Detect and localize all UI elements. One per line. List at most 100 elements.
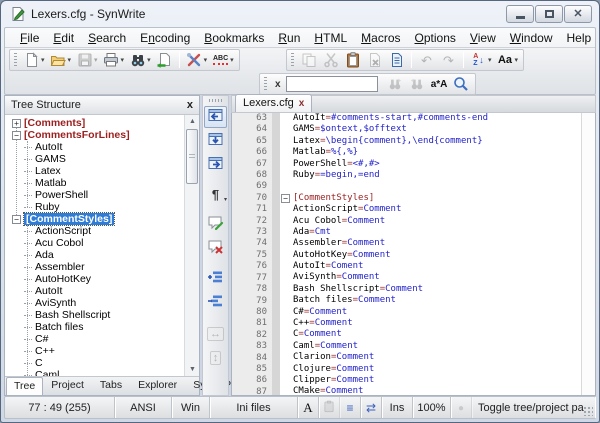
- code-line[interactable]: Ruby==begin,=end: [293, 170, 581, 181]
- dropdown-arrow-icon[interactable]: ▾: [488, 56, 492, 64]
- code-line[interactable]: [293, 181, 581, 192]
- code-line[interactable]: Matlab=%{,%}: [293, 147, 581, 158]
- dropdown-arrow-icon[interactable]: ▾: [204, 56, 208, 64]
- code-line[interactable]: Ada=Cmt: [293, 227, 581, 238]
- menu-view[interactable]: View: [463, 29, 503, 47]
- tree-item-batch-files[interactable]: Batch files: [5, 321, 184, 333]
- tree-item-gams[interactable]: GAMS: [5, 153, 184, 165]
- panel-tab-explorer[interactable]: Explorer: [130, 376, 185, 395]
- menu-help[interactable]: Help: [559, 29, 598, 47]
- collapse-icon[interactable]: −: [12, 131, 21, 140]
- tree-item-comments[interactable]: +[Comments]: [5, 117, 184, 129]
- show-nonprinted-button[interactable]: ¶▾: [204, 184, 227, 206]
- tools-button[interactable]: ▾: [184, 50, 210, 70]
- tree-item-autohotkey[interactable]: AutoHotKey: [5, 273, 184, 285]
- tree-scrollbar[interactable]: ▲ ▼: [184, 115, 199, 376]
- dropdown-arrow-icon[interactable]: ▾: [94, 56, 98, 64]
- code-line[interactable]: Batch files=Comment: [293, 295, 581, 306]
- dropdown-arrow-icon[interactable]: ▾: [224, 196, 227, 203]
- code-line[interactable]: AutoIt=#comments-start,#comments-end: [293, 113, 581, 124]
- panel-tab-tabs[interactable]: Tabs: [92, 376, 130, 395]
- close-button[interactable]: ✕: [564, 5, 592, 23]
- spellcheck-button[interactable]: ABC▾: [210, 50, 236, 70]
- status-line-ends[interactable]: Win: [172, 397, 210, 418]
- code-line[interactable]: GAMS=$ontext,$offtext: [293, 124, 581, 135]
- open-file-button[interactable]: ▾: [48, 50, 74, 70]
- expand-icon[interactable]: +: [12, 119, 21, 128]
- indent-increase-button[interactable]: [204, 268, 227, 290]
- dropdown-arrow-icon[interactable]: ▾: [515, 56, 519, 64]
- dropdown-arrow-icon[interactable]: ▾: [41, 56, 45, 64]
- tree-item-powershell[interactable]: PowerShell: [5, 189, 184, 201]
- maximize-button[interactable]: [535, 5, 563, 23]
- bookmark-strip[interactable]: [272, 113, 280, 395]
- validate-button[interactable]: [154, 50, 175, 70]
- case-sensitive-button[interactable]: a*A: [429, 74, 450, 94]
- code-line[interactable]: Latex=\begin{comment},\end{comment}: [293, 136, 581, 147]
- code-line[interactable]: Clojure=Comment: [293, 364, 581, 375]
- tree-item-caml[interactable]: Caml: [5, 369, 184, 376]
- quick-search-close-icon[interactable]: x: [271, 79, 285, 90]
- tree-item-latex[interactable]: Latex: [5, 165, 184, 177]
- menu-window[interactable]: Window: [503, 29, 560, 47]
- code-line[interactable]: C=Comment: [293, 329, 581, 340]
- focus-tree-button[interactable]: [204, 106, 227, 128]
- tree-item-autoit[interactable]: AutoIt: [5, 285, 184, 297]
- code-line[interactable]: Acu Cobol=Comment: [293, 216, 581, 227]
- status-caret-position[interactable]: 77 : 49 (255): [5, 397, 115, 418]
- new-file-button[interactable]: ▾: [21, 50, 47, 70]
- code-line[interactable]: C++=Comment: [293, 318, 581, 329]
- status-encoding[interactable]: ANSI: [115, 397, 172, 418]
- code-line[interactable]: Bash Shellscript=Comment: [293, 284, 581, 295]
- tree-item-actionscript[interactable]: ActionScript: [5, 225, 184, 237]
- quick-search-input[interactable]: [286, 76, 378, 92]
- code-line[interactable]: Clipper=Comment: [293, 375, 581, 386]
- tree-item-ada[interactable]: Ada: [5, 249, 184, 261]
- panel-right-button[interactable]: [204, 154, 227, 176]
- tree-item-matlab[interactable]: Matlab: [5, 177, 184, 189]
- tree-item-c-[interactable]: C#: [5, 333, 184, 345]
- status-font-indicator[interactable]: A: [298, 397, 319, 418]
- tree-item-commentsforlines[interactable]: −[CommentsForLines]: [5, 129, 184, 141]
- dropdown-arrow-icon[interactable]: ▾: [230, 56, 234, 64]
- code-line[interactable]: C#=Comment: [293, 307, 581, 318]
- menu-search[interactable]: Search: [81, 29, 133, 47]
- editor-tab-lexers[interactable]: Lexers.cfg x: [235, 94, 312, 112]
- find-button[interactable]: ▾: [127, 50, 153, 70]
- tree-item-c[interactable]: C: [5, 357, 184, 369]
- tree-item-bash-shellscript[interactable]: Bash Shellscript: [5, 309, 184, 321]
- menu-file[interactable]: File: [13, 29, 46, 47]
- tree-item-acu-cobol[interactable]: Acu Cobol: [5, 237, 184, 249]
- menu-run[interactable]: Run: [271, 29, 307, 47]
- scroll-up-icon[interactable]: ▲: [185, 115, 199, 128]
- dropdown-arrow-icon[interactable]: ▾: [147, 56, 151, 64]
- code-line[interactable]: CMake=Comment: [293, 386, 581, 395]
- print-button[interactable]: ▾: [101, 50, 127, 70]
- dropdown-arrow-icon[interactable]: ▾: [68, 56, 72, 64]
- code-line[interactable]: [CommentStyles]: [293, 193, 581, 204]
- tree-item-commentstyles[interactable]: −[CommentStyles]: [5, 213, 184, 225]
- code-line[interactable]: PowerShell=<#,#>: [293, 159, 581, 170]
- status-wrap-indicator[interactable]: ≡: [340, 397, 361, 418]
- code-line[interactable]: AviSynth=Comment: [293, 272, 581, 283]
- sort-button[interactable]: AZ↓▾: [468, 50, 494, 70]
- zoom-search-button[interactable]: [451, 74, 472, 94]
- menu-edit[interactable]: Edit: [46, 29, 81, 47]
- tree-item-ruby[interactable]: Ruby: [5, 201, 184, 213]
- status-lexer[interactable]: Ini files: [210, 397, 298, 418]
- tree-panel-close-icon[interactable]: x: [187, 99, 193, 111]
- panel-down-button[interactable]: [204, 130, 227, 152]
- change-case-button[interactable]: Aa▾: [495, 50, 521, 70]
- comment-remove-button[interactable]: [204, 238, 227, 260]
- menu-html[interactable]: HTML: [307, 29, 354, 47]
- menu-bookmarks[interactable]: Bookmarks: [197, 29, 271, 47]
- paste-button[interactable]: [342, 50, 363, 70]
- line-number-gutter[interactable]: 6364656667686970717273747576777879808182…: [232, 113, 272, 395]
- tree-item-autoit[interactable]: AutoIt: [5, 141, 184, 153]
- title-bar[interactable]: Lexers.cfg - SynWrite ✕: [2, 1, 598, 27]
- tree-item-c-[interactable]: C++: [5, 345, 184, 357]
- scroll-thumb[interactable]: [186, 129, 198, 184]
- code-line[interactable]: Caml=Comment: [293, 341, 581, 352]
- panel-tab-project[interactable]: Project: [43, 376, 92, 395]
- insert-text-button[interactable]: [386, 50, 407, 70]
